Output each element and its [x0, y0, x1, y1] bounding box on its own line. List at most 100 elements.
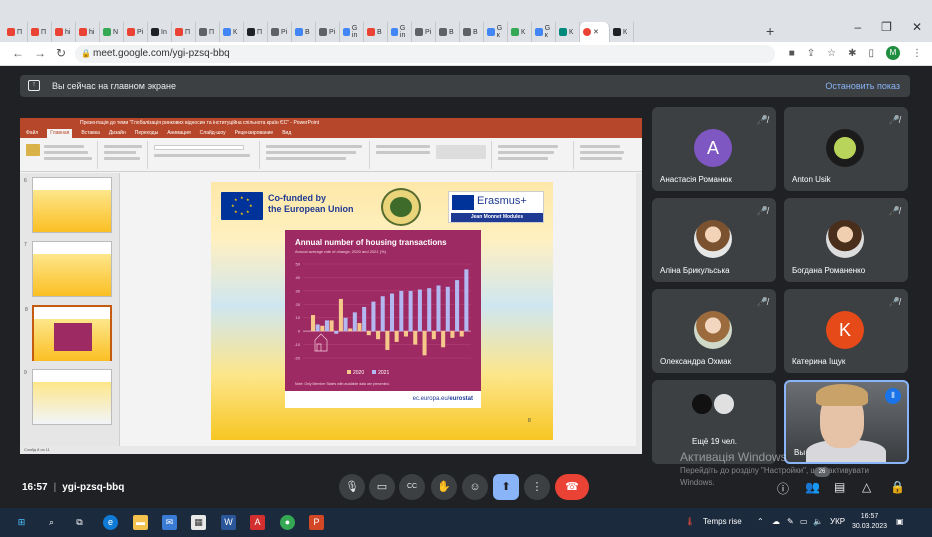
browser-tab[interactable]: G к: [484, 22, 508, 42]
host-controls-icon[interactable]: 🔒: [890, 480, 905, 494]
browser-tab[interactable]: В: [292, 22, 316, 42]
browser-tab[interactable]: Pi: [316, 22, 340, 42]
browser-tab[interactable]: П: [244, 22, 268, 42]
ppt-menu-item[interactable]: Вид: [282, 129, 291, 138]
acrobat-icon[interactable]: A: [250, 515, 265, 530]
browser-tab[interactable]: П: [4, 22, 28, 42]
browser-tab[interactable]: К: [508, 22, 532, 42]
new-tab-button[interactable]: +: [766, 23, 774, 39]
leave-call-button[interactable]: ☎: [555, 474, 589, 500]
participant-tile[interactable]: 🎤̸ Олександра Охмак: [652, 289, 776, 373]
ppt-menu-item[interactable]: Рецензирование: [235, 129, 274, 138]
browser-tab[interactable]: G in: [388, 22, 412, 42]
participant-tile[interactable]: 🎤̸ Anton Usik: [784, 107, 908, 191]
browser-tab[interactable]: К: [556, 22, 580, 42]
camera-button[interactable]: ▭: [369, 474, 395, 500]
close-tab-icon[interactable]: ✕: [593, 28, 599, 36]
present-button[interactable]: ⬆: [493, 474, 519, 500]
pen-icon[interactable]: ✎: [787, 517, 794, 526]
volume-icon[interactable]: 🔈: [813, 517, 823, 526]
ppt-menu-item[interactable]: Вставка: [81, 129, 100, 138]
browser-tab[interactable]: К: [220, 22, 244, 42]
star-icon[interactable]: ☆: [827, 48, 836, 59]
self-view-tile[interactable]: ⦀ Вы: [784, 380, 909, 464]
browser-tab[interactable]: П: [196, 22, 220, 42]
forward-icon[interactable]: →: [34, 46, 46, 60]
activities-icon[interactable]: △: [862, 480, 871, 494]
browser-tab[interactable]: П: [28, 22, 52, 42]
extensions-icon[interactable]: ✱: [848, 48, 856, 59]
captions-button[interactable]: CC: [399, 474, 425, 500]
powerpoint-icon[interactable]: P: [309, 515, 324, 530]
bar-2020-16: [459, 331, 464, 337]
ppt-menu-item[interactable]: Анимация: [167, 129, 190, 138]
store-icon[interactable]: ▦: [191, 515, 206, 530]
share-icon[interactable]: ⇪: [807, 48, 815, 59]
ppt-menu-item[interactable]: Дизайн: [109, 129, 126, 138]
camera-icon[interactable]: ■: [789, 48, 795, 59]
network-icon[interactable]: ▭: [800, 517, 808, 526]
browser-tab[interactable]: К: [610, 22, 634, 42]
minimize-button[interactable]: –: [854, 20, 861, 34]
task-view-icon[interactable]: ⧉: [72, 515, 87, 530]
ppt-vertical-scrollbar[interactable]: [636, 173, 642, 446]
profile-avatar[interactable]: M: [886, 46, 900, 60]
tray-overflow-icon[interactable]: ⌃: [757, 517, 764, 526]
thumbnail-slide[interactable]: 6: [24, 177, 112, 233]
more-avatars: [690, 392, 740, 416]
info-icon[interactable]: ⓘ: [777, 480, 789, 497]
participant-tile[interactable]: 🎤̸ Богдана Романенко: [784, 198, 908, 282]
thumbnail-slide-selected[interactable]: 8: [25, 305, 112, 361]
participant-tile[interactable]: 🎤̸ A Анастасія Романюк: [652, 107, 776, 191]
ppt-menu-item[interactable]: Слайд-шоу: [200, 129, 226, 138]
browser-tab-active[interactable]: ✕: [580, 22, 610, 42]
slide-thumbnails[interactable]: 6 7 8 9: [20, 173, 120, 446]
browser-tab[interactable]: Pi: [412, 22, 436, 42]
browser-tab[interactable]: В: [436, 22, 460, 42]
browser-tab[interactable]: N: [100, 22, 124, 42]
browser-tab[interactable]: В: [460, 22, 484, 42]
mail-icon[interactable]: ✉: [162, 515, 177, 530]
chrome-icon[interactable]: ●: [280, 515, 295, 530]
mic-button[interactable]: 🎙: [339, 474, 365, 500]
ppt-menu-item[interactable]: Файл: [26, 129, 38, 138]
weather-text[interactable]: Temps rise: [703, 517, 742, 526]
reload-icon[interactable]: ↻: [56, 46, 66, 60]
stop-presenting-button[interactable]: Остановить показ: [825, 81, 900, 91]
maximize-button[interactable]: ❐: [881, 20, 892, 34]
browser-tab[interactable]: hi: [76, 22, 100, 42]
browser-tab[interactable]: G in: [340, 22, 364, 42]
back-icon[interactable]: ←: [12, 46, 24, 60]
notifications-icon[interactable]: ▣: [896, 517, 904, 526]
chat-icon[interactable]: ▤: [834, 480, 845, 494]
people-icon[interactable]: 👥: [805, 480, 820, 494]
browser-tab[interactable]: В: [364, 22, 388, 42]
windows-start-icon[interactable]: ⊞: [14, 515, 29, 530]
language-indicator[interactable]: УКР: [830, 517, 845, 526]
ppt-menu-item[interactable]: Переходы: [135, 129, 158, 138]
menu-icon[interactable]: ⋮: [912, 48, 922, 59]
file-explorer-icon[interactable]: ▬: [133, 515, 148, 530]
thumbnail-slide[interactable]: 9: [24, 369, 112, 425]
sidebar-icon[interactable]: ▯: [868, 48, 874, 59]
participant-tile[interactable]: 🎤̸ Аліна Брикульська: [652, 198, 776, 282]
more-options-button[interactable]: ⋮: [524, 474, 550, 500]
word-icon[interactable]: W: [221, 515, 236, 530]
raise-hand-button[interactable]: ✋: [431, 474, 457, 500]
close-window-button[interactable]: ✕: [912, 20, 922, 34]
taskbar-clock[interactable]: 16:57 30.03.2023: [852, 512, 887, 532]
url-input[interactable]: 🔒 meet.google.com/ygi-pzsq-bbq: [75, 45, 775, 63]
browser-tab[interactable]: Pi: [268, 22, 292, 42]
browser-tab[interactable]: G к: [532, 22, 556, 42]
search-icon[interactable]: ⌕: [44, 515, 59, 530]
browser-tab[interactable]: hi: [52, 22, 76, 42]
reactions-button[interactable]: ☺: [462, 474, 488, 500]
browser-tab[interactable]: Pi: [124, 22, 148, 42]
browser-tab[interactable]: In: [148, 22, 172, 42]
participant-tile[interactable]: 🎤̸ K Катерина Іщук: [784, 289, 908, 373]
edge-icon[interactable]: e: [103, 515, 118, 530]
cloud-icon[interactable]: ☁: [772, 517, 780, 526]
thumbnail-slide[interactable]: 7: [24, 241, 112, 297]
browser-tab[interactable]: П: [172, 22, 196, 42]
ppt-menu-item[interactable]: Главная: [47, 129, 73, 138]
